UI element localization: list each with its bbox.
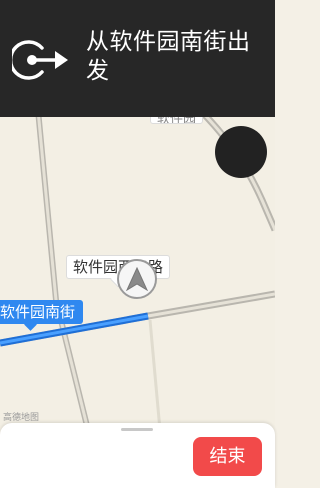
end-navigation-button[interactable]: 结束	[193, 437, 262, 476]
panel-drag-handle[interactable]	[121, 428, 153, 431]
depart-arrow-icon	[12, 40, 68, 80]
bottom-panel: 结束	[0, 423, 275, 488]
current-street-label: 软件园南街	[0, 300, 84, 331]
map-logo: 高德地图	[3, 413, 40, 423]
map-control-button[interactable]	[215, 126, 267, 178]
navigation-header: 从软件园南街出发	[0, 0, 275, 117]
location-arrow-icon[interactable]	[117, 259, 157, 299]
navigation-instruction: 从软件园南街出发	[86, 29, 251, 84]
